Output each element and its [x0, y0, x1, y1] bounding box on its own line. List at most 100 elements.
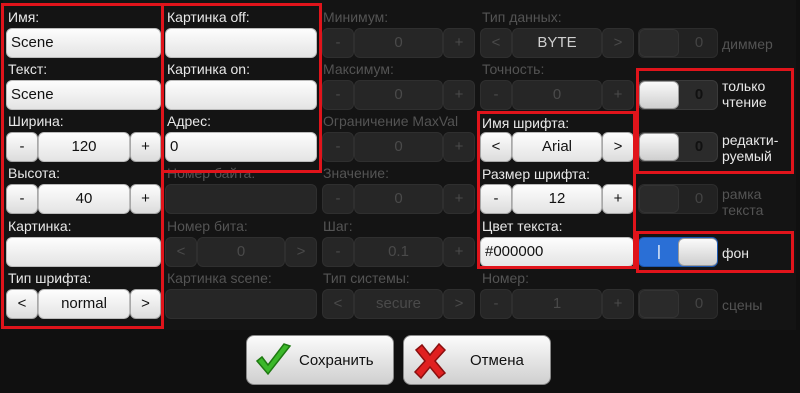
maxval-limit-label: Ограничение MaxVal: [323, 113, 459, 129]
precision-label: Точность:: [482, 61, 545, 77]
precision-value: 0: [512, 80, 602, 110]
font-name-next-button[interactable]: >: [602, 132, 634, 162]
background-label: фон: [722, 245, 750, 261]
value-minus-button: -: [322, 184, 354, 214]
maxval-value: 0: [354, 132, 443, 162]
picture-on-label: Картинка on:: [167, 61, 250, 77]
picture-off-field[interactable]: [165, 28, 317, 58]
save-button-label: Сохранить: [299, 352, 374, 369]
font-size-label: Размер шрифта:: [482, 166, 590, 182]
scene-picture-label: Картинка scene:: [167, 270, 272, 286]
editable-label: редакти- руемый: [722, 132, 779, 164]
button-properties-dialog: Имя: Scene Текст: Scene Ширина: - 120 + …: [0, 0, 800, 393]
editable-toggle-state: 0: [694, 138, 704, 155]
scenes-toggle-state: 0: [694, 295, 704, 312]
readonly-label: только чтение: [722, 78, 767, 110]
width-minus-button[interactable]: -: [6, 132, 38, 162]
picture-off-label: Картинка off:: [167, 9, 250, 25]
editable-toggle[interactable]: 0: [638, 132, 718, 162]
number-label: Номер:: [482, 270, 529, 286]
picture-field[interactable]: [6, 237, 161, 267]
value-label: Значение:: [323, 165, 389, 181]
minimum-plus-button: +: [443, 28, 475, 58]
number-minus-button: -: [480, 289, 512, 319]
font-type-value[interactable]: normal: [38, 289, 130, 319]
maximum-minus-button: -: [322, 80, 354, 110]
text-label: Текст:: [8, 61, 48, 77]
readonly-toggle-state: 0: [694, 86, 704, 103]
font-type-prev-button[interactable]: <: [6, 289, 38, 319]
system-type-label: Тип системы:: [323, 270, 410, 286]
minimum-value: 0: [354, 28, 443, 58]
maximum-value: 0: [354, 80, 443, 110]
byte-number-label: Номер байта:: [167, 165, 256, 181]
maximum-label: Максимум:: [323, 61, 394, 77]
font-size-plus-button[interactable]: +: [602, 184, 634, 214]
dimmer-toggle: 0: [638, 28, 718, 58]
system-type-value: secure: [354, 289, 443, 319]
number-plus-button: +: [602, 289, 634, 319]
data-type-value: BYTE: [512, 28, 602, 58]
font-size-value[interactable]: 12: [512, 184, 602, 214]
save-button[interactable]: Сохранить: [246, 335, 394, 385]
name-label: Имя:: [8, 9, 40, 25]
step-minus-button: -: [322, 237, 354, 267]
picture-label: Картинка:: [8, 218, 72, 234]
height-plus-button[interactable]: +: [130, 184, 161, 214]
minimum-label: Минимум:: [323, 9, 389, 25]
text-frame-label: рамка текста: [722, 186, 764, 218]
dimmer-label: диммер: [722, 36, 773, 52]
address-field[interactable]: 0: [165, 132, 317, 162]
byte-number-field: [165, 184, 317, 214]
font-name-prev-button[interactable]: <: [480, 132, 512, 162]
bit-number-value: 0: [197, 237, 285, 267]
scenes-toggle: 0: [638, 289, 718, 319]
step-label: Шаг:: [323, 218, 353, 234]
number-value: 1: [512, 289, 602, 319]
data-type-next-button: >: [602, 28, 634, 58]
font-name-value[interactable]: Arial: [512, 132, 602, 162]
cancel-button[interactable]: Отмена: [403, 335, 551, 385]
data-type-label: Тип данных:: [482, 9, 562, 25]
background-toggle-state: |: [657, 243, 661, 260]
scene-picture-field: [165, 289, 317, 319]
height-label: Высота:: [8, 165, 60, 181]
name-field[interactable]: Scene: [6, 28, 161, 58]
text-frame-toggle: 0: [638, 184, 718, 214]
value-value: 0: [354, 184, 443, 214]
width-label: Ширина:: [8, 113, 64, 129]
scenes-label: сцены: [722, 297, 763, 313]
cancel-button-label: Отмена: [470, 352, 524, 369]
width-value[interactable]: 120: [38, 132, 130, 162]
system-type-next-button: >: [443, 289, 475, 319]
data-type-prev-button: <: [480, 28, 512, 58]
cancel-x-icon: [413, 342, 447, 380]
text-field[interactable]: Scene: [6, 80, 161, 110]
address-label: Адрес:: [167, 113, 211, 129]
maxval-plus-button: +: [443, 132, 475, 162]
maximum-plus-button: +: [443, 80, 475, 110]
height-minus-button[interactable]: -: [6, 184, 38, 214]
bit-prev-button: <: [165, 237, 197, 267]
text-color-label: Цвет текста:: [482, 218, 563, 234]
readonly-toggle[interactable]: 0: [638, 80, 718, 110]
background-toggle[interactable]: |: [638, 237, 718, 267]
font-type-label: Тип шрифта:: [8, 270, 92, 286]
font-size-minus-button[interactable]: -: [480, 184, 512, 214]
font-name-label: Имя шрифта:: [482, 115, 570, 131]
bit-next-button: >: [285, 237, 317, 267]
width-plus-button[interactable]: +: [130, 132, 161, 162]
picture-on-field[interactable]: [165, 80, 317, 110]
system-type-prev-button: <: [322, 289, 354, 319]
step-value: 0.1: [354, 237, 443, 267]
minimum-minus-button: -: [322, 28, 354, 58]
checkmark-icon: [255, 343, 292, 376]
dimmer-toggle-state: 0: [694, 34, 704, 51]
text-color-field[interactable]: #000000: [480, 237, 634, 267]
value-plus-button: +: [443, 184, 475, 214]
bit-number-label: Номер бита:: [167, 218, 248, 234]
maxval-minus-button: -: [322, 132, 354, 162]
font-type-next-button[interactable]: >: [130, 289, 161, 319]
height-value[interactable]: 40: [38, 184, 130, 214]
text-frame-toggle-state: 0: [694, 190, 704, 207]
